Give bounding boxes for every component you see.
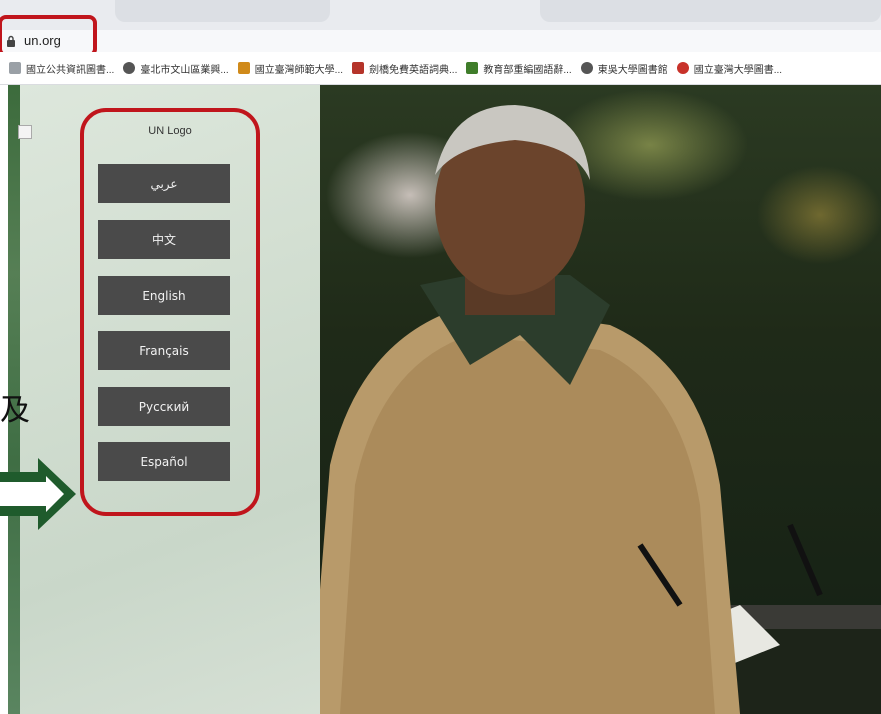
cambridge-icon: [352, 62, 365, 74]
bookmark-label: 東吳大學圖書館: [597, 64, 668, 76]
url-highlight-box: [0, 15, 97, 57]
arrow-right-icon: [0, 458, 76, 530]
ntnu-icon: [237, 62, 250, 74]
bookmark-label: 國立臺灣師範大學...: [254, 64, 344, 76]
speaker-illustration: [310, 105, 881, 714]
bookmark-label: 臺北市文山區業興...: [140, 64, 229, 76]
address-bar[interactable]: un.org: [0, 30, 881, 52]
bookmark-label: 劍橋免費英語詞典...: [369, 64, 458, 76]
bookmark-item[interactable]: 國立公共資訊圖書...: [9, 61, 114, 76]
library-icon: [9, 62, 21, 74]
bookmark-item[interactable]: 國立臺灣師範大學...: [237, 61, 344, 76]
globe-icon: [580, 62, 593, 74]
edge-text-fragment: 及: [0, 393, 30, 428]
moe-icon: [466, 62, 479, 74]
bookmark-item[interactable]: 劍橋免費英語詞典...: [352, 61, 457, 76]
browser-tab[interactable]: [115, 0, 330, 22]
browser-tab-strip: [0, 0, 881, 30]
bookmarks-bar: 國立公共資訊圖書... 臺北市文山區業興... 國立臺灣師範大學... 劍橋免費…: [0, 52, 881, 85]
bookmark-label: 教育部重編國語辭...: [483, 64, 572, 76]
bookmark-item[interactable]: 臺北市文山區業興...: [123, 61, 229, 76]
bookmark-label: 國立臺灣大學圖書...: [693, 64, 783, 76]
un-landing-page: UN Logo عربي 中文 English Français Русский…: [0, 85, 881, 714]
bookmark-label: 國立公共資訊圖書...: [26, 64, 115, 76]
bookmark-item[interactable]: 國立臺灣大學圖書...: [676, 61, 783, 76]
language-highlight-box: [80, 108, 260, 516]
bookmark-item[interactable]: 東吳大學圖書館: [580, 61, 668, 76]
ntu-icon: [676, 62, 689, 74]
globe-icon: [123, 62, 136, 74]
bookmark-item[interactable]: 教育部重編國語辭...: [466, 61, 572, 76]
hero-photo: [310, 85, 881, 714]
browser-tab[interactable]: [540, 0, 881, 22]
